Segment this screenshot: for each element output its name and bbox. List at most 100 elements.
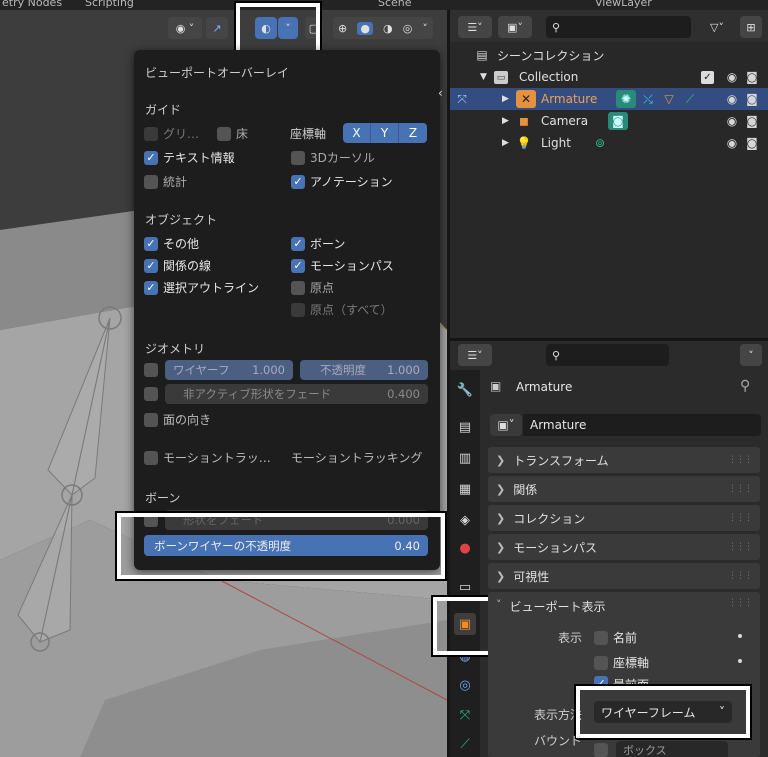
motion-tracking-checkbox[interactable]: モーショントラッ… xyxy=(144,449,271,466)
object-tab[interactable]: ▣ xyxy=(454,613,476,635)
panel-collections[interactable]: ❯ コレクション ⋮⋮⋮ xyxy=(488,505,760,531)
bone-tab[interactable]: ⟋ xyxy=(454,733,476,755)
outliner-row-collection[interactable]: ▼ ▭ Collection ✓ ◉ ◙ xyxy=(450,66,768,88)
axis-z-toggle[interactable]: Z xyxy=(399,123,427,143)
keyframe-dot-icon[interactable] xyxy=(738,634,742,638)
floor-checkbox[interactable]: 床 xyxy=(217,125,248,142)
outline-selected-checkbox[interactable]: ✓ 選択アウトライン xyxy=(144,279,259,296)
chevron-down-icon[interactable]: ˅ xyxy=(422,22,428,35)
sidebar-collapse-arrow-icon[interactable]: ‹ xyxy=(438,86,443,100)
expand-right-icon[interactable]: ▶ xyxy=(502,138,509,148)
motion-paths-checkbox[interactable]: ✓ モーションパス xyxy=(291,257,394,274)
view-layer-selector[interactable]: ViewLayer xyxy=(595,0,652,9)
origins-all-checkbox[interactable]: 原点（すべて） xyxy=(291,301,393,318)
popover-title: ビューポートオーバーレイ xyxy=(145,66,289,80)
text-info-checkbox[interactable]: ✓ テキスト情報 xyxy=(144,149,235,166)
tool-tab[interactable]: 🔧 xyxy=(454,379,476,401)
solid-shading-icon[interactable]: ● xyxy=(357,21,373,35)
scene-tab[interactable]: ◈ xyxy=(454,509,476,531)
annotations-checkbox[interactable]: ✓ アノテーション xyxy=(291,173,393,190)
eye-icon[interactable]: ◉ xyxy=(724,113,740,129)
new-collection-button[interactable]: ⊞ xyxy=(740,16,762,38)
outliner-row-light[interactable]: ▶ 💡 Light ⊚ ◉ ◙ xyxy=(450,132,768,154)
fade-inactive-slider[interactable]: 非アクティブ形状をフェード 0.400 xyxy=(165,384,428,404)
properties-options-dropdown[interactable]: ˅ xyxy=(740,344,762,366)
axis-y-toggle[interactable]: Y xyxy=(371,123,399,143)
axis-x-toggle[interactable]: X xyxy=(343,123,371,143)
eye-icon[interactable]: ◉ xyxy=(724,91,740,107)
eye-icon[interactable]: ◉ xyxy=(724,135,740,151)
chevron-right-icon: ❯ xyxy=(496,511,506,525)
eye-icon[interactable]: ◉ xyxy=(724,69,740,85)
show-axes-checkbox[interactable]: 座標軸 xyxy=(594,654,649,671)
extras-checkbox[interactable]: ✓ その他 xyxy=(144,235,199,252)
shading-modes[interactable]: ⊕ ● ◑ ◎ ˅ xyxy=(333,17,433,39)
physics-tab[interactable]: ◎ xyxy=(454,674,476,696)
statistics-checkbox[interactable]: 統計 xyxy=(144,173,187,190)
object-data-tab[interactable]: ⤧ xyxy=(454,704,476,726)
pose-mode-icon[interactable]: ⤧ xyxy=(454,91,470,107)
panel-visibility[interactable]: ❯ 可視性 ⋮⋮⋮ xyxy=(488,563,760,589)
wireframe-opacity-slider[interactable]: 不透明度 1.000 xyxy=(300,360,428,380)
in-front-checkbox[interactable]: ✓ 最前面 xyxy=(594,676,649,686)
panel-relations[interactable]: ❯ 関係 ⋮⋮⋮ xyxy=(488,476,760,502)
properties-search-input[interactable]: ⚲ xyxy=(546,344,669,366)
display-mode-dropdown[interactable]: ▣˅ xyxy=(498,16,532,38)
camera-render-icon[interactable]: ◙ xyxy=(744,91,760,107)
outliner-row-camera[interactable]: ▶ ◼ Camera ◙ ◉ ◙ xyxy=(450,110,768,132)
overlays-dropdown[interactable]: ˅ xyxy=(278,17,298,39)
origins-checkbox[interactable]: 原点 xyxy=(291,279,334,296)
expand-right-icon[interactable]: ▶ xyxy=(502,94,509,104)
camera-render-icon[interactable]: ◙ xyxy=(744,135,760,151)
panel-motion-paths[interactable]: ❯ モーションパス ⋮⋮⋮ xyxy=(488,534,760,560)
visibility-dropdown[interactable]: ◉ ˅ xyxy=(168,17,202,39)
wireframe-shading-icon[interactable]: ⊕ xyxy=(338,22,347,35)
world-tab[interactable]: ● xyxy=(454,537,476,559)
bones-checkbox[interactable]: ✓ ボーン xyxy=(291,235,345,252)
overlays-toggle[interactable]: ◐ xyxy=(255,17,277,39)
object-browse-dropdown[interactable]: ▣˅ xyxy=(490,414,522,436)
fade-geometry-checkbox[interactable] xyxy=(144,513,158,527)
bounds-type-dropdown[interactable]: ボックス xyxy=(616,741,728,757)
drag-handle-icon: ⋮⋮⋮ xyxy=(728,542,753,552)
filter-dropdown[interactable]: ▽˅ xyxy=(700,16,734,38)
gizmo-toggle[interactable]: ↗ xyxy=(206,17,228,39)
xray-toggle[interactable]: ▢ xyxy=(305,17,323,39)
scene-selector[interactable]: Scene xyxy=(378,0,412,9)
material-shading-icon[interactable]: ◑ xyxy=(383,22,393,35)
exclude-checkbox-icon[interactable]: ✓ xyxy=(701,71,714,84)
bone-wire-opacity-slider[interactable]: ボーンワイヤーの不透明度 0.40 xyxy=(144,535,428,556)
show-name-checkbox[interactable]: 名前 xyxy=(594,629,637,646)
grid-checkbox[interactable]: グリ… xyxy=(144,125,199,142)
fade-geometry-slider[interactable]: 形状をフェード 0.000 xyxy=(165,510,428,530)
modifiers-tab[interactable]: ◍ xyxy=(454,645,476,667)
camera-render-icon[interactable]: ◙ xyxy=(744,113,760,129)
relationship-lines-checkbox[interactable]: ✓ 関係の線 xyxy=(144,257,211,274)
fade-inactive-checkbox[interactable] xyxy=(144,387,158,401)
expand-down-icon[interactable]: ▼ xyxy=(480,72,487,82)
object-name-field[interactable]: Armature xyxy=(523,414,761,436)
collection-tab[interactable]: ▭ xyxy=(454,576,476,598)
workspace-tab-scripting[interactable]: Scripting xyxy=(85,0,134,9)
editor-type-dropdown[interactable]: ☰˅ xyxy=(458,16,492,38)
workspace-tab-geometry-nodes[interactable]: etry Nodes xyxy=(2,0,62,9)
view-layer-tab[interactable]: ▦ xyxy=(454,478,476,500)
outliner-row-scene-collection[interactable]: ▤ シーンコレクション xyxy=(450,44,768,66)
render-tab[interactable]: ▤ xyxy=(454,416,476,438)
bounds-checkbox[interactable] xyxy=(594,742,608,757)
outliner-row-armature[interactable]: ⤧ ▶ ✕ Armature ✺ ⤯ ▽ ⟋ ◉ ◙ xyxy=(450,88,768,110)
wireframe-threshold-slider[interactable]: ワイヤーフ 1.000 xyxy=(165,360,293,380)
wireframe-checkbox[interactable] xyxy=(144,363,158,377)
pin-icon[interactable]: ⚲ xyxy=(740,378,750,394)
3d-cursor-checkbox[interactable]: 3Dカーソル xyxy=(291,149,375,166)
panel-transform[interactable]: ❯ トランスフォーム ⋮⋮⋮ xyxy=(488,447,760,473)
outliner-search-input[interactable]: ⚲ xyxy=(546,16,691,38)
display-as-dropdown[interactable]: ワイヤーフレーム ˅ xyxy=(594,701,732,723)
keyframe-dot-icon[interactable] xyxy=(738,659,742,663)
camera-render-icon[interactable]: ◙ xyxy=(744,69,760,85)
expand-right-icon[interactable]: ▶ xyxy=(502,116,509,126)
properties-editor-type-dropdown[interactable]: ☰˅ xyxy=(458,344,492,366)
output-tab[interactable]: ▥ xyxy=(454,447,476,469)
rendered-shading-icon[interactable]: ◎ xyxy=(403,22,413,35)
face-orientation-checkbox[interactable]: 面の向き xyxy=(144,411,211,428)
